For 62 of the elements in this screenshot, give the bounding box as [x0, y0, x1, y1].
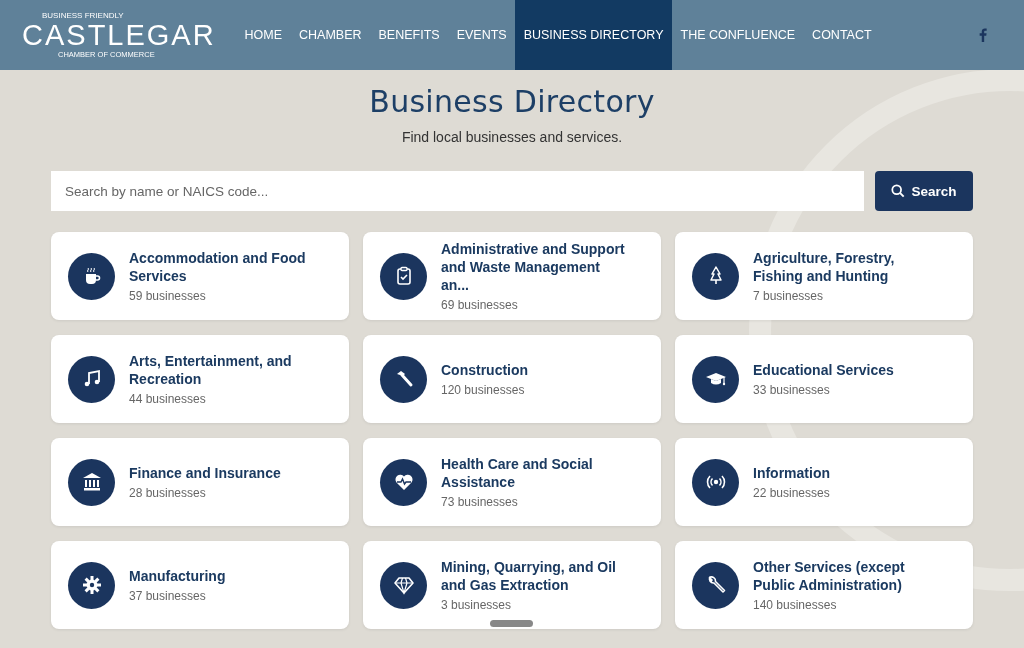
business-count: 69 businesses	[441, 298, 519, 312]
music-note-icon	[68, 355, 115, 403]
business-count: 37 businesses	[129, 589, 207, 603]
category-name: Educational Services	[753, 361, 894, 379]
category-name: Agriculture, Forestry, Fishing and Hunting	[753, 249, 896, 285]
category-name: Construction	[441, 361, 529, 379]
search-icon	[891, 184, 906, 198]
search-button[interactable]: Search	[875, 171, 973, 211]
category-card[interactable]: Manufacturing 37 businesses	[51, 541, 349, 629]
clipboard-check-icon	[380, 252, 427, 300]
business-count: 59 businesses	[129, 289, 207, 303]
category-card[interactable]: Other Services (except Public Administration) 140 businesses	[675, 541, 973, 629]
category-card[interactable]: Construction 120 businesses	[363, 335, 661, 423]
logo-tagline: BUSINESS FRIENDLY	[42, 11, 125, 20]
category-name: Health Care and Social Assistance	[441, 455, 594, 491]
category-name: Arts, Entertainment, and Recreation	[129, 352, 293, 388]
business-count: 28 businesses	[129, 486, 207, 500]
logo-wordmark[interactable]: CASTLEGAR	[22, 20, 236, 50]
category-card[interactable]: Mining, Quarrying, and Oil and Gas Extraction 3 businesses	[363, 541, 661, 629]
business-count: 73 businesses	[441, 495, 519, 509]
nav-link[interactable]: EVENTS	[448, 0, 516, 70]
business-count: 33 businesses	[753, 383, 831, 397]
broadcast-icon	[692, 458, 739, 506]
category-card[interactable]: Finance and Insurance 28 businesses	[51, 438, 349, 526]
category-name: Other Services (except Public Administration)	[753, 558, 906, 594]
category-card[interactable]: Health Care and Social Assistance 73 businesses	[363, 438, 661, 526]
category-name: Manufacturing	[129, 567, 226, 585]
nav-link[interactable]: CHAMBER	[290, 0, 370, 70]
gear-icon	[68, 561, 115, 609]
scroll-handle[interactable]	[490, 620, 533, 627]
category-name: Information	[753, 464, 830, 482]
coffee-cup-icon	[68, 252, 115, 300]
business-count: 3 businesses	[441, 598, 513, 612]
category-card[interactable]: Information 22 businesses	[675, 438, 973, 526]
category-card[interactable]: Educational Services 33 businesses	[675, 335, 973, 423]
graduation-cap-icon	[692, 355, 739, 403]
nav-link[interactable]: BUSINESS DIRECTORY	[515, 0, 672, 70]
nav-link[interactable]: CONTACT	[803, 0, 881, 70]
business-count: 140 businesses	[753, 598, 838, 612]
nav-link[interactable]: HOME	[236, 0, 291, 70]
search-field[interactable]: Search by name or NAICS code...	[51, 171, 864, 211]
category-name: Mining, Quarrying, and Oil and Gas Extraction	[441, 558, 617, 594]
tree-icon	[692, 252, 739, 300]
category-name: Finance and Insurance	[129, 464, 281, 482]
page-subtitle: Find local businesses and services.	[401, 129, 623, 145]
facebook-icon[interactable]	[978, 28, 988, 42]
business-count: 22 businesses	[753, 486, 830, 500]
nav-link[interactable]: BENEFITS	[370, 0, 449, 70]
category-name: Accommodation and Food Services	[129, 249, 307, 285]
business-count: 7 businesses	[753, 289, 825, 303]
wrench-icon	[692, 561, 739, 609]
category-name: Administrative and Support and Waste Management an...	[441, 240, 626, 294]
category-card[interactable]: Accommodation and Food Services 59 businesses	[51, 232, 349, 320]
business-count: 120 businesses	[441, 383, 526, 397]
bank-icon	[68, 458, 115, 506]
category-card[interactable]: Arts, Entertainment, and Recreation 44 businesses	[51, 335, 349, 423]
category-card[interactable]: Agriculture, Forestry, Fishing and Hunting 7 businesses	[675, 232, 973, 320]
page-title: Business Directory	[369, 84, 655, 119]
nav-link[interactable]: THE CONFLUENCE	[672, 0, 804, 70]
heart-pulse-icon	[380, 458, 427, 506]
business-count: 44 businesses	[129, 392, 207, 406]
category-card[interactable]: Administrative and Support and Waste Management an... 69 businesses	[363, 232, 661, 320]
